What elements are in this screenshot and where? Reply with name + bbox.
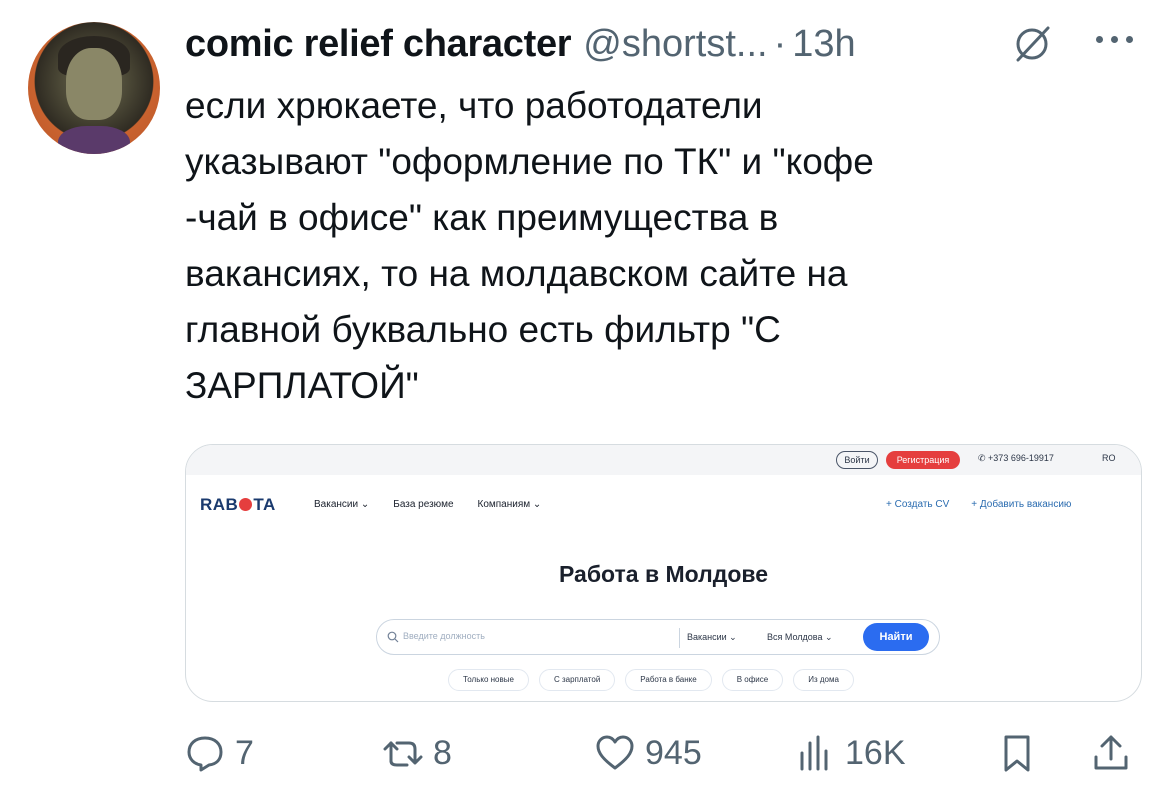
nav-companies: Компаниям ⌄ (477, 499, 542, 510)
nav-resumes: База резюме (393, 499, 454, 510)
repost-icon (383, 741, 423, 767)
nav-vacancies: Вакансии ⌄ (314, 499, 370, 510)
chip-bank-jobs: Работа в банке (625, 669, 712, 691)
tweet-image-card[interactable]: Войти Регистрация ✆ +373 696-19917 RO RA… (185, 444, 1142, 702)
tweet-header: comic relief character @shortst... · 13h (185, 20, 856, 68)
site-title: Работа в Молдове (558, 561, 768, 587)
search-icon (387, 631, 399, 643)
tweet-time[interactable]: 13h (792, 23, 855, 66)
like-button[interactable]: 945 (595, 728, 702, 778)
repost-button[interactable]: 8 (383, 728, 452, 778)
author-name[interactable]: comic relief character (185, 23, 572, 66)
find-button: Найти (863, 623, 929, 651)
repost-count: 8 (433, 733, 452, 772)
grok-icon[interactable] (1010, 22, 1054, 66)
header-separator: · (773, 22, 787, 65)
like-count: 945 (645, 733, 702, 772)
site-nav-right: + Создать CV + Добавить вакансию (886, 499, 1071, 510)
more-options-icon[interactable] (1096, 36, 1140, 48)
tweet-text: если хрюкаете, что работодатели указываю… (185, 85, 874, 406)
share-button[interactable] (1091, 728, 1131, 778)
views-icon (800, 735, 828, 771)
avatar-face (66, 48, 122, 120)
bookmark-icon (1004, 735, 1030, 772)
register-button: Регистрация (886, 451, 960, 469)
chip-only-new: Только новые (448, 669, 529, 691)
add-vacancy-link: + Добавить вакансию (971, 499, 1072, 510)
phone-number: ✆ +373 696-19917 (978, 453, 1054, 463)
site-topbar: Войти Регистрация ✆ +373 696-19917 RO (186, 445, 1141, 475)
author-handle[interactable]: @shortst... (583, 23, 767, 66)
avatar-shirt (58, 126, 130, 154)
site-logo: RAB TA (200, 495, 276, 514)
type-dropdown: Вакансии ⌄ (687, 632, 737, 642)
phone-text: +373 696-19917 (988, 453, 1054, 463)
region-dropdown: Вся Молдова ⌄ (767, 632, 833, 642)
create-cv-link: + Создать CV (886, 499, 950, 510)
bookmark-button[interactable] (997, 728, 1037, 778)
search-divider (679, 628, 680, 648)
chip-with-salary: С зарплатой (538, 669, 616, 691)
share-icon (1094, 735, 1128, 770)
chip-remote: Из дома (793, 669, 854, 691)
reply-count: 7 (235, 733, 254, 772)
reply-icon (187, 736, 223, 772)
login-button: Войти (836, 451, 878, 469)
logo-circle-icon (239, 498, 253, 511)
views-button[interactable]: 16K (795, 728, 906, 778)
heart-icon (596, 735, 634, 770)
chip-in-office: В офисе (721, 669, 784, 691)
search-placeholder: Введите должность (403, 631, 485, 641)
site-nav: Вакансии ⌄ База резюме Компаниям ⌄ (314, 499, 541, 510)
author-avatar[interactable] (28, 22, 160, 154)
views-count: 16K (845, 733, 906, 772)
filter-chips: Только новые С зарплатой Работа в банке … (448, 669, 854, 691)
site-search-bar: Введите должность Вакансии ⌄ Вся Молдова… (376, 619, 940, 655)
tweet-actions: 7 8 945 16K (185, 728, 1145, 778)
language-switch: RO (1102, 453, 1116, 463)
reply-button[interactable]: 7 (185, 728, 254, 778)
